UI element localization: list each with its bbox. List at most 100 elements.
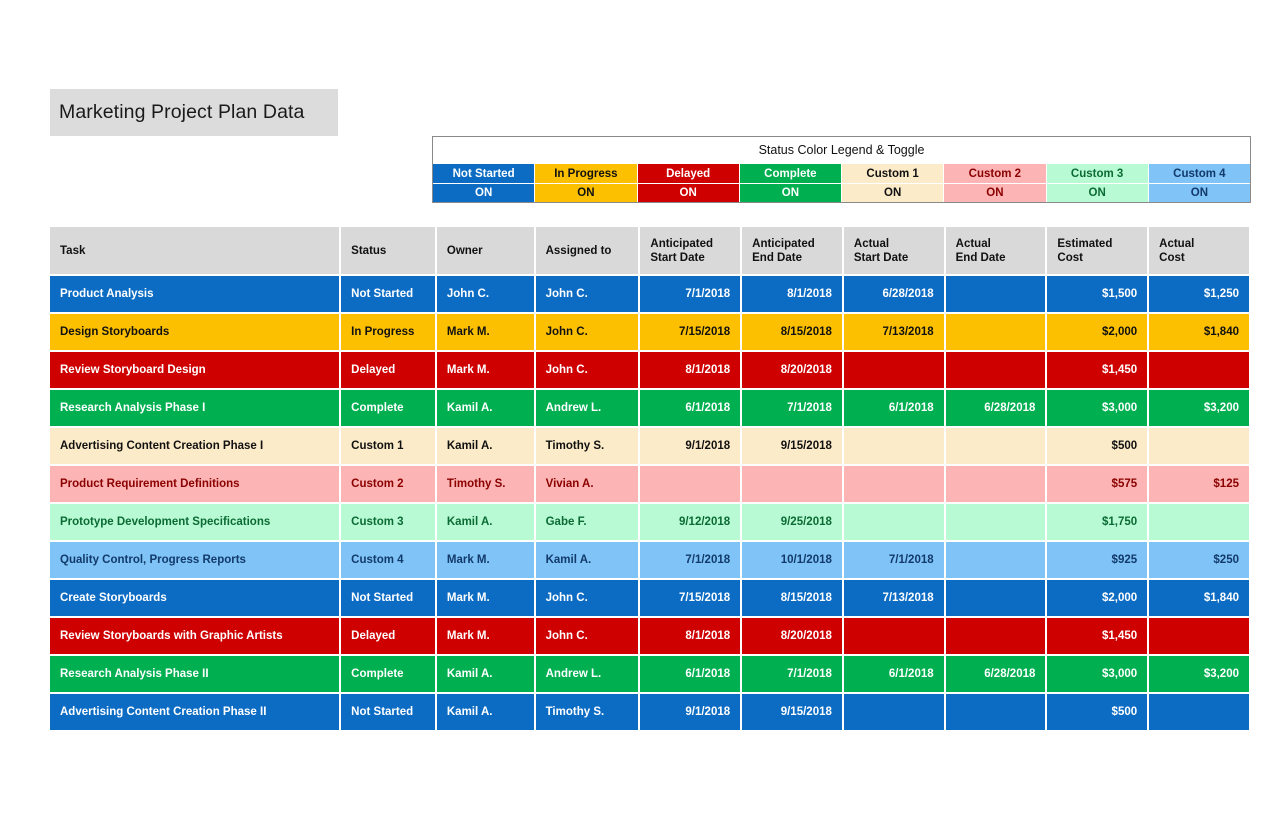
estimated-cost-cell[interactable]: $3,000: [1046, 655, 1150, 694]
column-header-2[interactable]: Status: [340, 227, 437, 276]
owner-cell[interactable]: Mark M.: [435, 579, 536, 618]
assigned-to-cell[interactable]: Andrew L.: [534, 655, 641, 694]
column-header-4[interactable]: Assigned to: [534, 227, 641, 276]
status-cell[interactable]: Complete: [340, 389, 437, 428]
actual-end-date-cell[interactable]: [944, 351, 1048, 390]
anticipated-end-date-cell[interactable]: [741, 465, 844, 504]
actual-cost-cell[interactable]: $1,250: [1148, 275, 1251, 314]
legend-toggle-6[interactable]: ON: [944, 183, 1047, 202]
column-header-3[interactable]: Owner: [435, 227, 536, 276]
task-name-cell[interactable]: Advertising Content Creation Phase I: [50, 427, 342, 466]
estimated-cost-cell[interactable]: $500: [1046, 427, 1150, 466]
anticipated-start-date-cell[interactable]: 7/1/2018: [639, 541, 743, 580]
task-name-cell[interactable]: Product Analysis: [50, 275, 342, 314]
actual-cost-cell[interactable]: [1148, 617, 1251, 656]
actual-start-date-cell[interactable]: 7/13/2018: [842, 313, 946, 352]
owner-cell[interactable]: Mark M.: [435, 541, 536, 580]
anticipated-start-date-cell[interactable]: 9/1/2018: [639, 693, 743, 732]
actual-cost-cell[interactable]: $3,200: [1148, 389, 1251, 428]
anticipated-start-date-cell[interactable]: 8/1/2018: [639, 351, 743, 390]
anticipated-start-date-cell[interactable]: 7/1/2018: [639, 275, 743, 314]
estimated-cost-cell[interactable]: $2,000: [1046, 579, 1150, 618]
task-name-cell[interactable]: Research Analysis Phase II: [50, 655, 342, 694]
column-header-9[interactable]: Estimated Cost: [1046, 227, 1150, 276]
owner-cell[interactable]: Mark M.: [435, 617, 536, 656]
actual-cost-cell[interactable]: $125: [1148, 465, 1251, 504]
anticipated-end-date-cell[interactable]: 7/1/2018: [741, 389, 844, 428]
status-cell[interactable]: Custom 2: [340, 465, 437, 504]
anticipated-start-date-cell[interactable]: 9/12/2018: [639, 503, 743, 542]
legend-toggle-5[interactable]: ON: [842, 183, 945, 202]
actual-end-date-cell[interactable]: [944, 465, 1048, 504]
task-name-cell[interactable]: Advertising Content Creation Phase II: [50, 693, 342, 732]
column-header-1[interactable]: Task: [50, 227, 342, 276]
actual-end-date-cell[interactable]: [944, 427, 1048, 466]
anticipated-start-date-cell[interactable]: 9/1/2018: [639, 427, 743, 466]
anticipated-end-date-cell[interactable]: 10/1/2018: [741, 541, 844, 580]
task-name-cell[interactable]: Research Analysis Phase I: [50, 389, 342, 428]
status-cell[interactable]: Not Started: [340, 693, 437, 732]
task-name-cell[interactable]: Design Storyboards: [50, 313, 342, 352]
anticipated-end-date-cell[interactable]: 9/25/2018: [741, 503, 844, 542]
assigned-to-cell[interactable]: John C.: [534, 351, 641, 390]
column-header-7[interactable]: Actual Start Date: [842, 227, 946, 276]
assigned-to-cell[interactable]: Timothy S.: [534, 427, 641, 466]
actual-cost-cell[interactable]: $3,200: [1148, 655, 1251, 694]
actual-cost-cell[interactable]: [1148, 503, 1251, 542]
estimated-cost-cell[interactable]: $3,000: [1046, 389, 1150, 428]
task-name-cell[interactable]: Prototype Development Specifications: [50, 503, 342, 542]
actual-cost-cell[interactable]: $1,840: [1148, 313, 1251, 352]
anticipated-end-date-cell[interactable]: 7/1/2018: [741, 655, 844, 694]
owner-cell[interactable]: Kamil A.: [435, 693, 536, 732]
status-cell[interactable]: Delayed: [340, 617, 437, 656]
status-cell[interactable]: Custom 1: [340, 427, 437, 466]
anticipated-start-date-cell[interactable]: [639, 465, 743, 504]
legend-toggle-7[interactable]: ON: [1046, 183, 1149, 202]
owner-cell[interactable]: Mark M.: [435, 313, 536, 352]
status-cell[interactable]: Not Started: [340, 579, 437, 618]
anticipated-start-date-cell[interactable]: 6/1/2018: [639, 389, 743, 428]
task-name-cell[interactable]: Review Storyboard Design: [50, 351, 342, 390]
assigned-to-cell[interactable]: Timothy S.: [534, 693, 641, 732]
actual-start-date-cell[interactable]: [842, 465, 946, 504]
status-cell[interactable]: Not Started: [340, 275, 437, 314]
estimated-cost-cell[interactable]: $500: [1046, 693, 1150, 732]
owner-cell[interactable]: Mark M.: [435, 351, 536, 390]
status-cell[interactable]: Custom 3: [340, 503, 437, 542]
actual-cost-cell[interactable]: [1148, 693, 1251, 732]
anticipated-end-date-cell[interactable]: 9/15/2018: [741, 693, 844, 732]
estimated-cost-cell[interactable]: $1,450: [1046, 617, 1150, 656]
actual-end-date-cell[interactable]: [944, 503, 1048, 542]
actual-start-date-cell[interactable]: [842, 617, 946, 656]
anticipated-end-date-cell[interactable]: 9/15/2018: [741, 427, 844, 466]
anticipated-start-date-cell[interactable]: 7/15/2018: [639, 313, 743, 352]
owner-cell[interactable]: Kamil A.: [435, 389, 536, 428]
column-header-5[interactable]: Anticipated Start Date: [639, 227, 743, 276]
status-cell[interactable]: Custom 4: [340, 541, 437, 580]
actual-cost-cell[interactable]: $1,840: [1148, 579, 1251, 618]
actual-end-date-cell[interactable]: [944, 617, 1048, 656]
legend-toggle-3[interactable]: ON: [637, 183, 740, 202]
task-name-cell[interactable]: Quality Control, Progress Reports: [50, 541, 342, 580]
owner-cell[interactable]: Kamil A.: [435, 427, 536, 466]
anticipated-end-date-cell[interactable]: 8/20/2018: [741, 351, 844, 390]
estimated-cost-cell[interactable]: $2,000: [1046, 313, 1150, 352]
legend-toggle-8[interactable]: ON: [1148, 183, 1250, 202]
anticipated-start-date-cell[interactable]: 7/15/2018: [639, 579, 743, 618]
estimated-cost-cell[interactable]: $925: [1046, 541, 1150, 580]
actual-end-date-cell[interactable]: 6/28/2018: [944, 389, 1048, 428]
actual-cost-cell[interactable]: $250: [1148, 541, 1251, 580]
actual-end-date-cell[interactable]: [944, 579, 1048, 618]
actual-end-date-cell[interactable]: [944, 541, 1048, 580]
task-name-cell[interactable]: Product Requirement Definitions: [50, 465, 342, 504]
column-header-10[interactable]: Actual Cost: [1148, 227, 1251, 276]
assigned-to-cell[interactable]: Vivian A.: [534, 465, 641, 504]
assigned-to-cell[interactable]: John C.: [534, 275, 641, 314]
actual-start-date-cell[interactable]: 7/13/2018: [842, 579, 946, 618]
estimated-cost-cell[interactable]: $1,500: [1046, 275, 1150, 314]
owner-cell[interactable]: Kamil A.: [435, 655, 536, 694]
assigned-to-cell[interactable]: John C.: [534, 313, 641, 352]
column-header-6[interactable]: Anticipated End Date: [741, 227, 844, 276]
actual-end-date-cell[interactable]: 6/28/2018: [944, 655, 1048, 694]
estimated-cost-cell[interactable]: $1,750: [1046, 503, 1150, 542]
